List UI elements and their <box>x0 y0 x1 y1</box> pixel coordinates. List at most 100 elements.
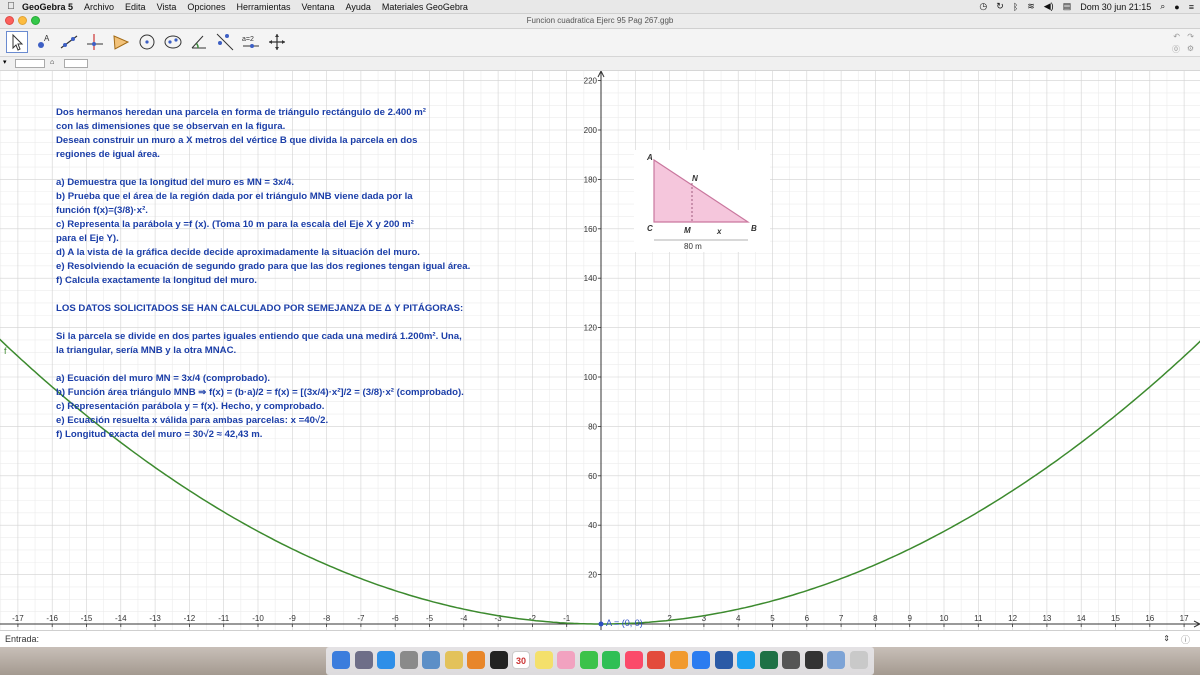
problem-line: d) A la vista de la gráfica decide decid… <box>56 247 420 258</box>
apple-icon[interactable]:  <box>0 1 22 12</box>
input-help-icon[interactable]: ⓘ <box>1181 633 1190 646</box>
menu-item-vista[interactable]: Vista <box>157 2 177 12</box>
move-graphics-tool[interactable] <box>266 31 288 53</box>
y-tick-label: 20 <box>588 571 597 580</box>
wifi-icon[interactable]: ≋ <box>1027 1 1035 12</box>
keyboard-icon[interactable]: ▤ <box>1063 1 1072 12</box>
spotlight-icon[interactable]: ⌕ <box>1160 1 1165 12</box>
problem-line: para el Eje Y). <box>56 233 119 244</box>
line-tool[interactable] <box>58 31 80 53</box>
clock[interactable]: Dom 30 jun 21:15 <box>1080 2 1151 12</box>
messages-icon[interactable] <box>579 651 598 669</box>
menu-item-opciones[interactable]: Opciones <box>187 2 225 12</box>
vlc-icon[interactable] <box>467 651 485 669</box>
chrome-icon[interactable] <box>647 651 665 669</box>
x-tick-label: 16 <box>1145 614 1154 623</box>
angle-tool[interactable] <box>188 31 210 53</box>
time-machine-icon[interactable]: ◷ <box>979 1 987 12</box>
twitter-icon[interactable] <box>737 651 755 669</box>
appstore-icon[interactable] <box>692 651 710 669</box>
music-icon[interactable] <box>624 651 643 669</box>
settings-icon[interactable]: ⚙ <box>1187 44 1194 53</box>
menu-app-name[interactable]: GeoGebra 5 <box>22 2 73 12</box>
problem-line: la triangular, sería MNB y la otra MNAC. <box>56 345 237 356</box>
finder-icon[interactable] <box>332 651 350 669</box>
menu-item-herramientas[interactable]: Herramientas <box>236 2 290 12</box>
sync-icon[interactable]: ↻ <box>996 1 1004 12</box>
conic-tool[interactable] <box>162 31 184 53</box>
x-tick-label: 17 <box>1180 614 1189 623</box>
problem-line: a) Ecuación del muro MN = 3x/4 (comproba… <box>56 373 271 384</box>
origin-point-label[interactable]: A = (0, 0) <box>606 618 643 628</box>
help-icon[interactable]: ⓪ <box>1172 44 1180 55</box>
excel-icon[interactable] <box>759 651 778 669</box>
vertex-label-a: A <box>646 153 653 162</box>
undo-icon[interactable]: ↶ <box>1173 32 1180 41</box>
move-tool[interactable] <box>6 31 28 53</box>
safari-icon[interactable] <box>377 651 395 669</box>
polygon-tool[interactable] <box>110 31 132 53</box>
notification-center-icon[interactable]: ≡ <box>1189 2 1194 12</box>
kindle-icon[interactable] <box>489 651 508 669</box>
iterm-icon[interactable] <box>804 651 823 669</box>
x-tick-label: -12 <box>184 614 196 623</box>
perpendicular-tool[interactable] <box>84 31 106 53</box>
point-capture-button[interactable] <box>64 59 88 68</box>
siri-icon[interactable]: ● <box>1174 2 1179 12</box>
slider-tool[interactable]: a=2 <box>240 31 262 53</box>
menu-item-ventana[interactable]: Ventana <box>301 2 334 12</box>
problem-line: con las dimensiones que se observan en l… <box>56 121 286 132</box>
rocket-icon[interactable] <box>399 651 418 669</box>
x-tick-label: 10 <box>940 614 949 623</box>
word-icon[interactable] <box>714 651 733 669</box>
facetime-icon[interactable] <box>602 651 620 669</box>
origin-point[interactable] <box>598 621 604 627</box>
trash-icon[interactable] <box>849 651 868 669</box>
x-tick-label: -9 <box>289 614 297 623</box>
photos-icon[interactable] <box>557 651 575 669</box>
point-tool[interactable]: A <box>32 31 54 53</box>
volume-icon[interactable]: ◀) <box>1044 1 1054 12</box>
stickies-icon[interactable] <box>534 651 553 669</box>
x-tick-label: -6 <box>392 614 400 623</box>
reflect-tool[interactable] <box>214 31 236 53</box>
x-tick-label: -13 <box>149 614 161 623</box>
vertex-label-c: C <box>647 224 653 233</box>
problem-text[interactable]: Dos hermanos heredan una parcela en form… <box>56 106 576 442</box>
calendar-icon[interactable]: 30 <box>512 651 530 669</box>
bluetooth-icon[interactable]: ᛒ <box>1013 2 1018 12</box>
input-dropdown-icon[interactable]: ⇕ <box>1163 634 1170 643</box>
books-icon[interactable] <box>669 651 688 669</box>
problem-line <box>56 316 576 330</box>
x-tick-label: -10 <box>252 614 264 623</box>
x-tick-label: 4 <box>736 614 741 623</box>
circle-tool[interactable] <box>136 31 158 53</box>
triangle-figure[interactable]: A N C M x B 80 m <box>634 150 770 252</box>
menu-item-archivo[interactable]: Archivo <box>84 2 114 12</box>
input-bar: Entrada: ⇕ ⓘ <box>0 630 1200 647</box>
problem-line: e) Ecuación resuelta x válida para ambas… <box>56 415 329 426</box>
x-tick-label: 5 <box>770 614 775 623</box>
y-tick-label: 40 <box>588 521 597 530</box>
vertex-label-b: B <box>751 224 757 233</box>
x-tick-label: -4 <box>460 614 468 623</box>
preview-icon[interactable] <box>422 651 440 669</box>
geogebra-icon[interactable] <box>827 651 845 669</box>
launchpad-icon[interactable] <box>354 651 373 669</box>
menu-item-edita[interactable]: Edita <box>125 2 146 12</box>
menu-item-ayuda[interactable]: Ayuda <box>346 2 371 12</box>
menu-bar:  GeoGebra 5 Archivo Edita Vista Opcione… <box>0 0 1200 14</box>
redo-icon[interactable]: ↷ <box>1187 32 1194 41</box>
curve-label[interactable]: f <box>4 346 7 356</box>
problem-line: a) Demuestra que la longitud del muro es… <box>56 177 295 188</box>
home-view-icon[interactable]: ⌂ <box>50 59 60 68</box>
problem-line: c) Representa la parábola y =f (x). (Tom… <box>56 219 414 230</box>
input-field[interactable] <box>46 633 1166 644</box>
view-selector-button[interactable] <box>15 59 45 68</box>
toggle-stylebar-icon[interactable]: ▾ <box>3 59 11 68</box>
x-tick-label: 13 <box>1042 614 1051 623</box>
printer-icon[interactable] <box>782 651 800 669</box>
menu-item-materiales[interactable]: Materiales GeoGebra <box>382 2 468 12</box>
notes-icon[interactable] <box>444 651 463 669</box>
x-tick-label: -1 <box>563 614 571 623</box>
